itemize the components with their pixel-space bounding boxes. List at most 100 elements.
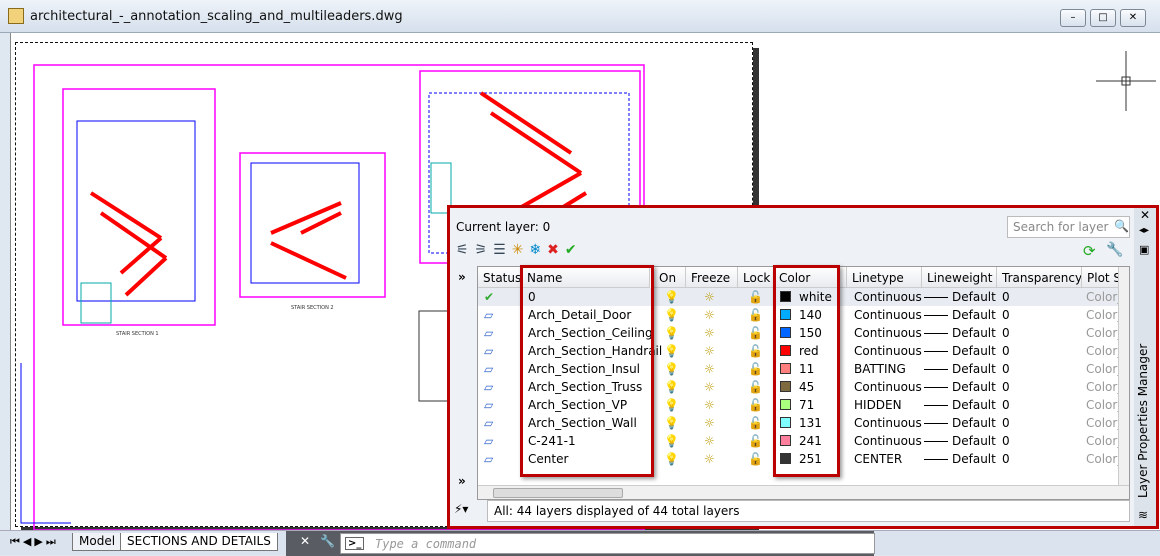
layer-linetype[interactable]: Continuous [854,380,922,394]
maximize-button[interactable]: □ [1090,9,1116,27]
layer-states-manager-icon[interactable]: ☰ [493,242,512,258]
layer-transparency[interactable]: 0 [1002,380,1010,394]
sun-thawed-icon[interactable]: ☼ [704,398,715,412]
sun-thawed-icon[interactable]: ☼ [704,362,715,376]
column-header-transparency[interactable]: Transparency [997,267,1082,288]
close-button[interactable]: ✕ [1120,9,1146,27]
unlocked-icon[interactable]: 🔓 [748,308,763,322]
layer-transparency[interactable]: 0 [1002,434,1010,448]
layer-status-icon[interactable]: ▱ [484,416,493,430]
refresh-icon[interactable]: ⟳ [1083,242,1096,260]
layer-linetype[interactable]: Continuous [854,308,922,322]
layer-lineweight[interactable]: Default [952,326,996,340]
unlocked-icon[interactable]: 🔓 [748,398,763,412]
lightbulb-on-icon[interactable]: 💡 [664,380,679,394]
command-prompt-icon[interactable]: >_ [345,537,365,550]
column-header-status[interactable]: Status [478,267,522,288]
minimize-button[interactable]: – [1060,9,1086,27]
layer-linetype[interactable]: Continuous [854,416,922,430]
layer-lineweight[interactable]: Default [952,398,996,412]
tab-sections-and-details[interactable]: SECTIONS AND DETAILS [120,533,278,551]
sun-thawed-icon[interactable]: ☼ [704,344,715,358]
layer-linetype[interactable]: CENTER [854,452,902,466]
sun-thawed-icon[interactable]: ☼ [704,452,715,466]
unlocked-icon[interactable]: 🔓 [748,452,763,466]
unlocked-icon[interactable]: 🔓 [748,362,763,376]
new-layer-icon[interactable]: ✳ [512,242,530,258]
delete-layer-icon[interactable]: ✖ [547,242,565,258]
lightbulb-on-icon[interactable]: 💡 [664,362,679,376]
sun-thawed-icon[interactable]: ☼ [704,434,715,448]
close-palette-icon[interactable]: ✕ [1140,208,1150,222]
unlocked-icon[interactable]: 🔓 [748,434,763,448]
layer-transparency[interactable]: 0 [1002,416,1010,430]
lightbulb-on-icon[interactable]: 💡 [664,290,679,304]
layer-lineweight[interactable]: Default [952,380,996,394]
unlocked-icon[interactable]: 🔓 [748,380,763,394]
vertical-scrollbar[interactable] [1118,267,1129,485]
expand-filter-tree-icon[interactable]: » [458,270,466,284]
wrench-icon[interactable]: 🔧 [320,534,335,548]
layer-lineweight[interactable]: Default [952,308,996,322]
search-layer-input[interactable]: Search for layer [1007,216,1130,238]
settings-wrench-icon[interactable]: 🔧 [1106,242,1123,258]
sun-thawed-icon[interactable]: ☼ [704,416,715,430]
layer-linetype[interactable]: Continuous [854,326,922,340]
properties-icon[interactable]: ▣ [1139,243,1149,256]
column-header-lock[interactable]: Lock [738,267,774,288]
layer-status-icon[interactable]: ▱ [484,326,493,340]
unlocked-icon[interactable]: 🔓 [748,326,763,340]
new-group-filter-icon[interactable]: ⚞ [475,242,494,258]
layer-status-icon[interactable]: ▱ [484,308,493,322]
layer-transparency[interactable]: 0 [1002,362,1010,376]
horizontal-scrollbar[interactable] [478,485,1129,499]
column-header-plot-s[interactable]: Plot S [1082,267,1122,288]
layer-status-icon[interactable]: ▱ [484,452,493,466]
layer-lineweight[interactable]: Default [952,434,996,448]
sun-thawed-icon[interactable]: ☼ [704,308,715,322]
layer-lineweight[interactable]: Default [952,416,996,430]
layer-transparency[interactable]: 0 [1002,290,1010,304]
unlocked-icon[interactable]: 🔓 [748,344,763,358]
layer-status-icon[interactable]: ▱ [484,380,493,394]
layer-transparency[interactable]: 0 [1002,398,1010,412]
unlocked-icon[interactable]: 🔓 [748,416,763,430]
layer-transparency[interactable]: 0 [1002,326,1010,340]
current-layer-check-icon[interactable]: ✔ [484,290,494,304]
layer-transparency[interactable]: 0 [1002,452,1010,466]
layer-linetype[interactable]: Continuous [854,344,922,358]
layer-status-icon[interactable]: ▱ [484,398,493,412]
tab-model[interactable]: Model [72,533,123,551]
layer-status-icon[interactable]: ▱ [484,362,493,376]
layer-lineweight[interactable]: Default [952,344,996,358]
invert-filter-icon[interactable]: ⚡▾ [454,502,468,516]
sun-thawed-icon[interactable]: ☼ [704,380,715,394]
command-input[interactable]: Type a command >_ [340,533,875,554]
new-property-filter-icon[interactable]: ⚟ [456,242,475,258]
layer-linetype[interactable]: Continuous [854,434,922,448]
layer-linetype[interactable]: BATTING [854,362,906,376]
layer-linetype[interactable]: HIDDEN [854,398,902,412]
column-header-on[interactable]: On [654,267,686,288]
layer-linetype[interactable]: Continuous [854,290,922,304]
column-header-linetype[interactable]: Linetype [847,267,922,288]
horizontal-scroll-thumb[interactable] [493,488,623,498]
expand-filter-tree-icon-bottom[interactable]: » [458,474,466,488]
layer-status-icon[interactable]: ▱ [484,344,493,358]
layer-lineweight[interactable]: Default [952,362,996,376]
lightbulb-on-icon[interactable]: 💡 [664,344,679,358]
layer-transparency[interactable]: 0 [1002,308,1010,322]
layer-lineweight[interactable]: Default [952,290,996,304]
column-header-freeze[interactable]: Freeze [686,267,738,288]
layer-status-icon[interactable]: ▱ [484,434,493,448]
auto-hide-icon[interactable]: ◂▸ [1139,225,1149,236]
lightbulb-on-icon[interactable]: 💡 [664,416,679,430]
lightbulb-on-icon[interactable]: 💡 [664,308,679,322]
sun-thawed-icon[interactable]: ☼ [704,326,715,340]
close-command-icon[interactable]: ✕ [300,534,310,548]
tab-navigation-arrows[interactable]: ⏮◀▶⏭ [10,535,59,549]
lightbulb-on-icon[interactable]: 💡 [664,434,679,448]
lightbulb-on-icon[interactable]: 💡 [664,326,679,340]
column-header-lineweight[interactable]: Lineweight [922,267,997,288]
lightbulb-on-icon[interactable]: 💡 [664,452,679,466]
